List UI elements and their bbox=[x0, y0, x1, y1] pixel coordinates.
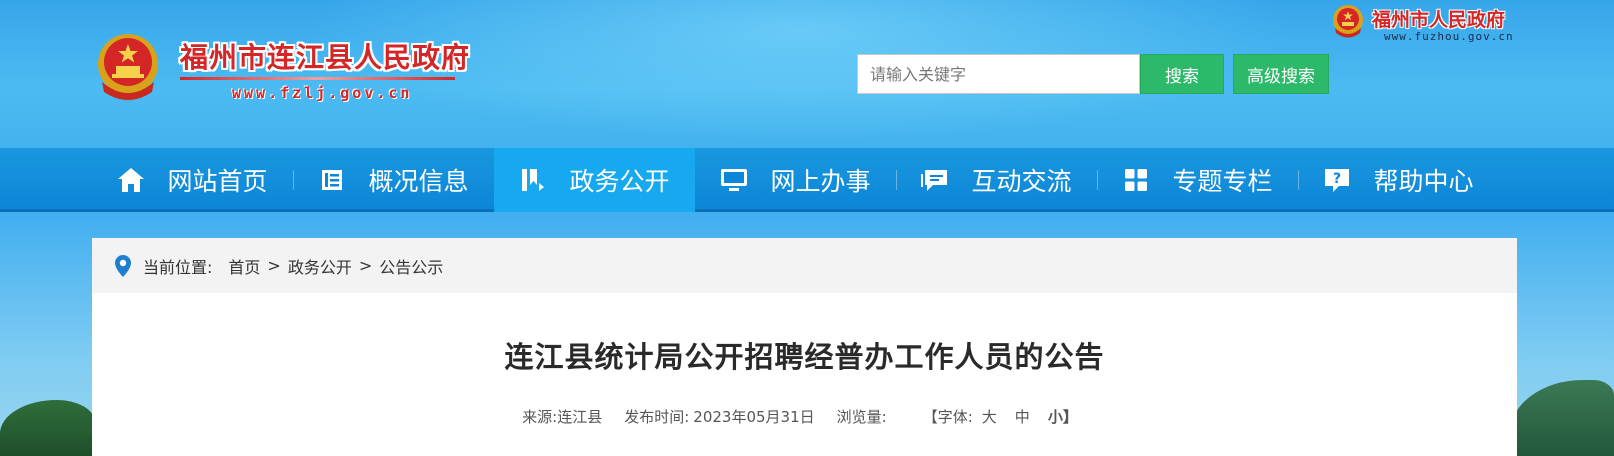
title-underline bbox=[180, 77, 455, 80]
site-url: www.fzlj.gov.cn bbox=[232, 84, 413, 102]
publish-label: 发布时间: bbox=[624, 408, 690, 426]
city-site-url: www.fuzhou.gov.cn bbox=[1384, 30, 1514, 43]
nav-label: 互动交流 bbox=[971, 167, 1072, 196]
breadcrumb-announcements-link[interactable]: 公告公示 bbox=[379, 254, 443, 278]
city-site-title[interactable]: 福州市人民政府 bbox=[1372, 5, 1505, 32]
views-label: 浏览量: bbox=[836, 408, 887, 426]
monitor-icon bbox=[720, 166, 748, 194]
nav-item-home[interactable]: 网站首页 bbox=[92, 148, 293, 212]
home-icon bbox=[117, 166, 145, 194]
nav-item-interaction[interactable]: 互动交流 bbox=[896, 148, 1097, 212]
breadcrumb-separator: > bbox=[358, 256, 373, 275]
font-size-small-button[interactable]: 小】 bbox=[1048, 406, 1078, 427]
content-panel: 当前位置: 首页 > 政务公开 > 公告公示 连江县统计局公开招聘经普办工作人员… bbox=[92, 238, 1517, 456]
breadcrumb-home-link[interactable]: 首页 bbox=[228, 254, 260, 278]
nav-label: 网站首页 bbox=[167, 167, 268, 196]
site-header: 福州市连江县人民政府 www.fzlj.gov.cn 福州市人民政府 www.f… bbox=[0, 0, 1614, 148]
location-pin-icon bbox=[115, 254, 131, 277]
article-meta: 来源: 连江县 发布时间: 2023年05月31日 浏览量: 【字体: 大 中 … bbox=[92, 406, 1517, 427]
font-size-large-button[interactable]: 大 bbox=[982, 406, 997, 427]
city-emblem-icon bbox=[1331, 4, 1365, 40]
source-label: 来源: bbox=[522, 408, 558, 426]
help-icon: ? bbox=[1323, 166, 1351, 194]
nav-label: 政务公开 bbox=[569, 167, 670, 196]
source-value: 连江县 bbox=[557, 408, 603, 426]
nav-label: 概况信息 bbox=[368, 167, 469, 196]
nav-label: 网上办事 bbox=[770, 167, 871, 196]
nav-item-help-center[interactable]: ? 帮助中心 bbox=[1298, 148, 1499, 212]
chat-icon bbox=[921, 166, 949, 194]
breadcrumb: 当前位置: 首页 > 政务公开 > 公告公示 bbox=[92, 238, 1517, 293]
breadcrumb-prefix: 当前位置: bbox=[143, 257, 213, 277]
search-input[interactable] bbox=[857, 54, 1140, 94]
breadcrumb-separator: > bbox=[267, 256, 281, 275]
font-size-label: 【字体: bbox=[922, 408, 973, 426]
grid-icon bbox=[1122, 166, 1150, 194]
nav-label: 帮助中心 bbox=[1373, 167, 1474, 196]
national-emblem-icon bbox=[92, 30, 164, 104]
main-nav: 网站首页 概况信息 政务公开 网上办事 互动交流 专题专栏 ? 帮助中心 bbox=[0, 148, 1614, 212]
publish-date: 2023年05月31日 bbox=[693, 408, 815, 426]
advanced-search-button[interactable]: 高级搜索 bbox=[1233, 54, 1329, 94]
font-size-medium-button[interactable]: 中 bbox=[1015, 406, 1030, 427]
nav-label: 专题专栏 bbox=[1172, 167, 1273, 196]
breadcrumb-government-affairs-link[interactable]: 政务公开 bbox=[288, 254, 352, 278]
nav-item-government-affairs[interactable]: 政务公开 bbox=[494, 148, 695, 212]
site-title[interactable]: 福州市连江县人民政府 bbox=[180, 36, 470, 76]
document-icon bbox=[318, 166, 346, 194]
svg-text:?: ? bbox=[1333, 171, 1341, 187]
nav-item-special-topics[interactable]: 专题专栏 bbox=[1097, 148, 1298, 212]
search-button[interactable]: 搜索 bbox=[1140, 54, 1224, 94]
article-title: 连江县统计局公开招聘经普办工作人员的公告 bbox=[504, 340, 1105, 374]
bookmark-icon bbox=[519, 166, 547, 194]
nav-item-online-services[interactable]: 网上办事 bbox=[695, 148, 896, 212]
nav-item-overview[interactable]: 概况信息 bbox=[293, 148, 494, 212]
